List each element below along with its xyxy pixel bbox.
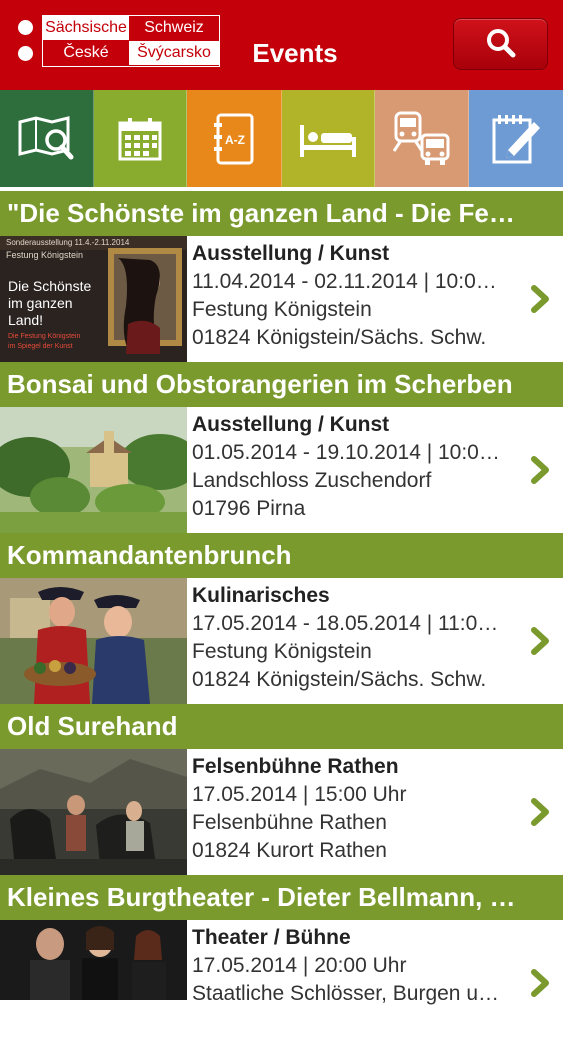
- event-thumbnail: [0, 920, 187, 1046]
- event-address: 01824 Königstein/Sächs. Schw.: [192, 668, 487, 691]
- nav-tile-map[interactable]: [0, 90, 95, 187]
- map-search-icon: [18, 115, 74, 159]
- event-date: 17.05.2014 | 20:00 Uhr: [192, 954, 407, 977]
- event-location: Festung Königstein: [192, 298, 372, 321]
- logo-text: Švýcarsko: [129, 41, 219, 65]
- svg-text:Die Festung Königstein: Die Festung Königstein: [8, 333, 80, 340]
- event-category: Theater / Bühne: [192, 926, 351, 949]
- event-info: Ausstellung / Kunst 11.04.2014 - 02.11.2…: [192, 240, 527, 352]
- chevron-right-icon: [531, 798, 549, 826]
- event-location: Felsenbühne Rathen: [192, 811, 387, 834]
- logo: Sächsische Schweiz České Švýcarsko: [14, 15, 220, 67]
- svg-text:Sonderausstellung 11.4.-2.11.2: Sonderausstellung 11.4.-2.11.2014: [6, 238, 130, 247]
- event-thumbnail: Sonderausstellung 11.4.-2.11.2014 Festun…: [0, 236, 187, 362]
- event-title[interactable]: Kommandantenbrunch: [0, 533, 563, 578]
- event-item[interactable]: Felsenbühne Rathen 17.05.2014 | 15:00 Uh…: [0, 749, 563, 875]
- nav-tile-accommodation[interactable]: [281, 90, 375, 187]
- event-item[interactable]: Theater / Bühne 17.05.2014 | 20:00 Uhr S…: [0, 920, 563, 1046]
- event-title[interactable]: "Die Schönste im ganzen Land - Die Fe…: [0, 191, 563, 236]
- chevron-right-icon: [531, 627, 549, 655]
- event-location: Landschloss Zuschendorf: [192, 469, 432, 492]
- nav-tile-transport[interactable]: [374, 90, 469, 187]
- event-info: Kulinarisches 17.05.2014 - 18.05.2014 | …: [192, 582, 527, 694]
- event-info: Felsenbühne Rathen 17.05.2014 | 15:00 Uh…: [192, 753, 527, 865]
- event-title[interactable]: Bonsai und Obstorangerien im Scherben: [0, 362, 563, 407]
- nav-tile-a-z[interactable]: A-Z: [187, 90, 282, 187]
- event-date: 01.05.2014 - 19.10.2014 | 10:0…: [192, 441, 500, 464]
- event-info: Ausstellung / Kunst 01.05.2014 - 19.10.2…: [192, 411, 527, 523]
- event-item[interactable]: Kulinarisches 17.05.2014 - 18.05.2014 | …: [0, 578, 563, 704]
- notepad-pencil-icon: [492, 114, 540, 163]
- event-address: 01824 Kurort Rathen: [192, 839, 387, 862]
- event-info: Theater / Bühne 17.05.2014 | 20:00 Uhr S…: [192, 924, 527, 1008]
- logo-dot: [18, 46, 33, 61]
- svg-text:im Spiegel der Kunst: im Spiegel der Kunst: [8, 343, 73, 350]
- chevron-right-icon: [531, 456, 549, 484]
- logo-text: České: [43, 41, 129, 65]
- event-date: 11.04.2014 - 02.11.2014 | 10:0…: [192, 270, 497, 293]
- event-location: Festung Königstein: [192, 640, 372, 663]
- chevron-right-icon: [531, 285, 549, 313]
- logo-text: Sächsische: [43, 16, 129, 40]
- logo-text: Schweiz: [129, 16, 219, 40]
- category-nav: A-Z: [0, 90, 563, 187]
- event-address: 01824 Königstein/Sächs. Schw.: [192, 326, 487, 349]
- svg-text:im ganzen: im ganzen: [8, 295, 73, 311]
- calendar-icon: [118, 117, 162, 160]
- event-category: Ausstellung / Kunst: [192, 413, 390, 436]
- event-thumbnail: [0, 407, 187, 533]
- train-bus-icon: [393, 111, 450, 165]
- search-button[interactable]: [453, 18, 548, 70]
- logo-dot: [18, 20, 33, 35]
- chevron-right-icon: [531, 969, 549, 997]
- svg-text:A-Z: A-Z: [225, 133, 245, 147]
- search-icon: [487, 29, 516, 58]
- event-address: 01796 Pirna: [192, 497, 306, 520]
- logo-box: Sächsische Schweiz České Švýcarsko: [42, 15, 220, 67]
- poster-top: Festung Königstein: [6, 250, 83, 260]
- page-title: Events: [252, 38, 338, 68]
- event-date: 17.05.2014 | 15:00 Uhr: [192, 783, 407, 806]
- event-thumbnail: [0, 749, 187, 875]
- event-category: Ausstellung / Kunst: [192, 242, 390, 265]
- nav-tile-calendar[interactable]: [94, 90, 188, 187]
- event-category: Felsenbühne Rathen: [192, 755, 399, 778]
- event-item[interactable]: Sonderausstellung 11.4.-2.11.2014 Festun…: [0, 236, 563, 362]
- event-item[interactable]: Ausstellung / Kunst 01.05.2014 - 19.10.2…: [0, 407, 563, 533]
- event-title[interactable]: Old Surehand: [0, 704, 563, 749]
- svg-text:Die Schönste: Die Schönste: [8, 278, 91, 294]
- event-title[interactable]: Kleines Burgtheater - Dieter Bellmann, …: [0, 875, 563, 920]
- event-date: 17.05.2014 - 18.05.2014 | 11:0…: [192, 612, 499, 635]
- event-category: Kulinarisches: [192, 584, 330, 607]
- svg-text:Land!: Land!: [8, 312, 43, 328]
- event-thumbnail: [0, 578, 187, 704]
- nav-tile-notes[interactable]: [468, 90, 563, 187]
- app-header: Sächsische Schweiz České Švýcarsko Event…: [0, 0, 563, 90]
- a-z-index-icon: A-Z: [213, 113, 254, 164]
- bed-icon: [299, 124, 356, 157]
- event-location: Staatliche Schlösser, Burgen u…: [192, 982, 500, 1005]
